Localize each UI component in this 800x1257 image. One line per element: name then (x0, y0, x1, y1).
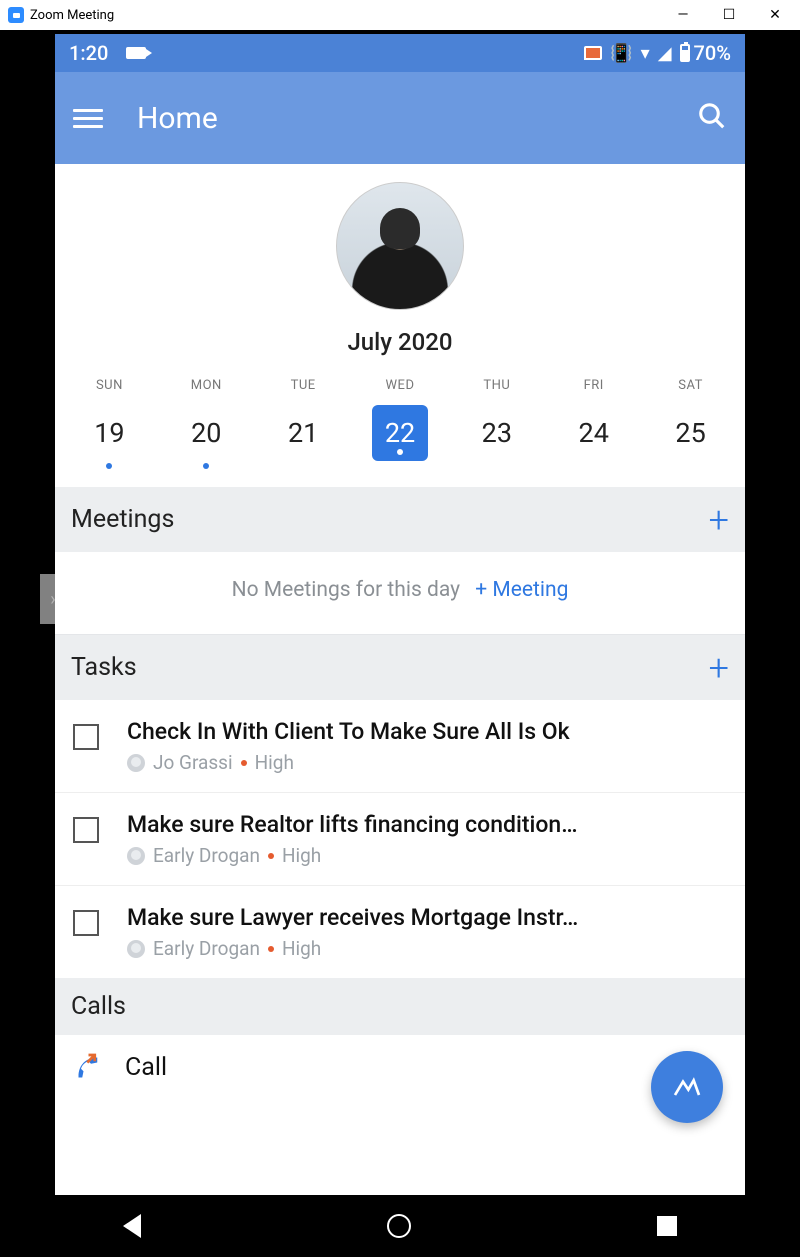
zoom-app-icon (8, 7, 24, 23)
window-title: Zoom Meeting (30, 8, 114, 23)
calendar-day-label: WED (352, 378, 449, 393)
person-icon (127, 754, 145, 772)
meetings-section-header: Meetings + (55, 487, 745, 552)
calendar-day-24[interactable]: FRI 24 (545, 378, 642, 469)
page-title: Home (137, 101, 218, 136)
call-row[interactable]: Call 00:00 (55, 1035, 745, 1089)
task-row[interactable]: Make sure Realtor lifts financing condit… (55, 793, 745, 886)
calendar-day-dot (203, 463, 209, 469)
wifi-icon: ▾ (641, 43, 650, 64)
calendar-day-number: 25 (663, 405, 719, 461)
add-task-button[interactable]: + (709, 658, 729, 678)
window-maximize-button[interactable]: ☐ (706, 0, 752, 30)
calls-section-header: Calls (55, 978, 745, 1035)
menu-button[interactable] (73, 109, 103, 128)
task-owner: Early Drogan (153, 844, 260, 867)
calendar-month-label: July 2020 (55, 328, 745, 356)
nav-back-button[interactable] (123, 1214, 141, 1238)
task-meta: Jo Grassi High (127, 751, 729, 774)
vibrate-icon: 📳 (610, 43, 632, 64)
meetings-section-title: Meetings (71, 505, 174, 534)
phone-screen: 1:20 📳 ▾ ◢ 70% (55, 34, 745, 1195)
person-icon (127, 940, 145, 958)
app-header: Home (55, 72, 745, 164)
tasks-section-header: Tasks + (55, 635, 745, 700)
tasks-list: Check In With Client To Make Sure All Is… (55, 700, 745, 978)
task-priority: High (282, 937, 321, 960)
status-time: 1:20 (69, 41, 108, 65)
device-frame: › 1:20 📳 ▾ ◢ 70% (0, 30, 800, 1257)
nav-home-button[interactable] (387, 1214, 411, 1238)
window-titlebar: Zoom Meeting — ☐ ✕ (0, 0, 800, 30)
calendar-day-label: THU (448, 378, 545, 393)
calendar-day-number: 24 (566, 405, 622, 461)
calendar-day-23[interactable]: THU 23 (448, 378, 545, 469)
calendar-day-number: 21 (275, 405, 331, 461)
calendar-day-21[interactable]: TUE 21 (255, 378, 352, 469)
task-owner: Jo Grassi (153, 751, 233, 774)
add-meeting-button[interactable]: + (709, 510, 729, 530)
calendar-day-number: 19 (81, 405, 137, 461)
task-meta: Early Drogan High (127, 844, 729, 867)
task-priority: High (255, 751, 294, 774)
battery-icon (680, 44, 690, 62)
calendar-week-strip: SUN 19 MON 20 TUE 21 WED 22 THU 23 FRI 24 SAT 25 (55, 366, 745, 487)
calendar-day-number: 22 (372, 405, 428, 461)
task-title: Check In With Client To Make Sure All Is… (127, 718, 729, 745)
calendar-day-number: 20 (178, 405, 234, 461)
task-owner: Early Drogan (153, 937, 260, 960)
android-statusbar: 1:20 📳 ▾ ◢ 70% (55, 34, 745, 72)
calendar-day-25[interactable]: SAT 25 (642, 378, 739, 469)
priority-dot-icon (268, 946, 274, 952)
zia-fab-button[interactable] (651, 1051, 723, 1123)
calendar-day-label: SAT (642, 378, 739, 393)
task-title: Make sure Lawyer receives Mortgage Instr… (127, 904, 729, 931)
calls-section-title: Calls (71, 992, 126, 1021)
window-minimize-button[interactable]: — (660, 0, 706, 30)
window-close-button[interactable]: ✕ (752, 0, 798, 30)
calendar-day-label: TUE (255, 378, 352, 393)
calendar-day-20[interactable]: MON 20 (158, 378, 255, 469)
task-priority: High (282, 844, 321, 867)
calendar-day-label: SUN (61, 378, 158, 393)
call-title: Call (125, 1053, 167, 1082)
tasks-section-title: Tasks (71, 653, 137, 682)
android-navbar (0, 1195, 800, 1257)
task-checkbox[interactable] (73, 817, 99, 843)
call-outgoing-icon (71, 1050, 101, 1084)
battery-indicator: 70% (680, 41, 731, 65)
profile-area: July 2020 (55, 164, 745, 366)
person-icon (127, 847, 145, 865)
task-row[interactable]: Check In With Client To Make Sure All Is… (55, 700, 745, 793)
calendar-day-number: 23 (469, 405, 525, 461)
task-meta: Early Drogan High (127, 937, 729, 960)
task-checkbox[interactable] (73, 724, 99, 750)
search-button[interactable] (697, 101, 727, 135)
priority-dot-icon (241, 760, 247, 766)
cast-icon (584, 46, 602, 60)
calendar-day-label: MON (158, 378, 255, 393)
camera-active-icon (126, 47, 146, 59)
task-checkbox[interactable] (73, 910, 99, 936)
task-row[interactable]: Make sure Lawyer receives Mortgage Instr… (55, 886, 745, 978)
calendar-day-19[interactable]: SUN 19 (61, 378, 158, 469)
calendar-day-dot (397, 449, 403, 455)
battery-percent: 70% (694, 41, 731, 65)
add-meeting-link[interactable]: + Meeting (475, 578, 568, 602)
task-title: Make sure Realtor lifts financing condit… (127, 811, 729, 838)
user-avatar[interactable] (336, 182, 464, 310)
meetings-empty-state: No Meetings for this day + Meeting (55, 552, 745, 635)
calendar-day-22[interactable]: WED 22 (352, 378, 449, 469)
meetings-empty-text: No Meetings for this day (232, 578, 460, 602)
nav-recent-button[interactable] (657, 1216, 677, 1236)
calendar-day-label: FRI (545, 378, 642, 393)
calendar-day-dot (106, 463, 112, 469)
priority-dot-icon (268, 853, 274, 859)
cell-signal-icon: ◢ (658, 43, 672, 64)
